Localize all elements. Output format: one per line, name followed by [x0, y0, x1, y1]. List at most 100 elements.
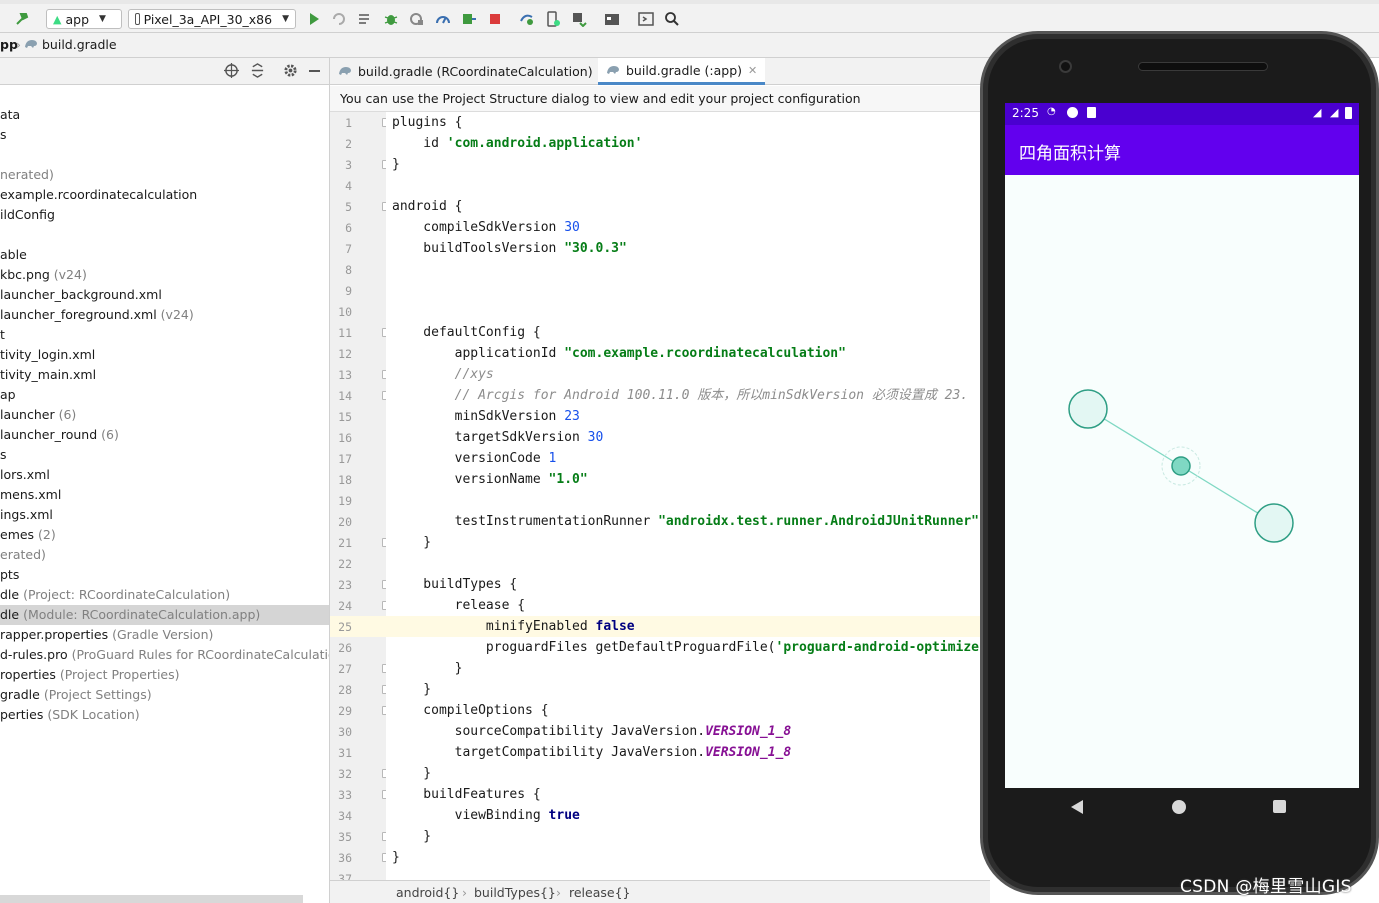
tree-item[interactable]: launcher_foreground.xml (v24): [0, 305, 330, 325]
tree-item[interactable]: perties (SDK Location): [0, 705, 330, 725]
tree-item-label: s: [0, 127, 7, 142]
tree-item[interactable]: pts: [0, 565, 330, 585]
tree-item[interactable]: lors.xml: [0, 465, 330, 485]
app-bar: 四角面积计算: [1005, 125, 1359, 175]
tab-build-gradle-app[interactable]: build.gradle (:app) ✕: [598, 58, 766, 85]
crumb-release[interactable]: release{}: [569, 885, 631, 900]
minimize-icon[interactable]: [309, 70, 320, 72]
back-icon[interactable]: [1070, 799, 1084, 819]
module-selector[interactable]: ▲ app ▼: [46, 9, 122, 29]
code-token: applicationId: [392, 346, 565, 361]
tree-item[interactable]: gradle (Project Settings): [0, 685, 330, 705]
node-handle-center[interactable]: [1171, 456, 1191, 476]
code-token: }: [392, 829, 432, 844]
tree-item-hint: (Project Properties): [55, 667, 180, 682]
collapse-all-icon[interactable]: [250, 63, 265, 82]
profile-icon[interactable]: [435, 9, 451, 29]
tree-item[interactable]: able: [0, 245, 330, 265]
tree-item[interactable]: ings.xml: [0, 505, 330, 525]
code-token: compileOptions {: [392, 703, 549, 718]
sdk-manager-icon[interactable]: [571, 9, 587, 29]
tree-item[interactable]: d-rules.pro (ProGuard Rules for RCoordin…: [0, 645, 330, 665]
tree-item[interactable]: dle (Project: RCoordinateCalculation): [0, 585, 330, 605]
code-line: // Arcgis for Android 100.11.0 版本，所以minS…: [386, 385, 980, 406]
tree-item-label: example.rcoordinatecalculation: [0, 187, 198, 202]
build-hammer-icon[interactable]: [14, 9, 30, 29]
code-token: }: [392, 661, 463, 676]
project-structure-icon[interactable]: [604, 9, 620, 29]
stop-icon[interactable]: [487, 9, 503, 29]
line-number: 1: [345, 116, 352, 130]
tree-item[interactable]: mens.xml: [0, 485, 330, 505]
sd-card-icon: [1087, 107, 1096, 118]
code-line: targetCompatibility JavaVersion.VERSION_…: [386, 742, 980, 763]
line-number: 23: [338, 578, 352, 592]
tree-item-label: t: [0, 327, 5, 342]
chevron-right-icon: ›: [556, 885, 561, 900]
device-manager-icon[interactable]: [638, 9, 654, 29]
tree-item[interactable]: example.rcoordinatecalculation: [0, 185, 330, 205]
code-line: }: [386, 763, 980, 784]
tree-item[interactable]: tivity_main.xml: [0, 365, 330, 385]
overview-icon[interactable]: [1273, 800, 1286, 813]
line-number: 20: [338, 515, 352, 529]
tree-item[interactable]: rapper.properties (Gradle Version): [0, 625, 330, 645]
node-handle-top[interactable]: [1068, 389, 1108, 429]
drawing-canvas[interactable]: [1005, 175, 1359, 788]
crumb-buildtypes[interactable]: buildTypes{}: [474, 885, 556, 900]
tree-item[interactable]: t: [0, 325, 330, 345]
coverage-icon[interactable]: [461, 9, 477, 29]
code-editor[interactable]: plugins { id 'com.android.application' }…: [386, 112, 980, 880]
tree-item[interactable]: s: [0, 125, 330, 145]
tree-item[interactable]: kbc.png (v24): [0, 265, 330, 285]
code-token: //xys: [392, 367, 494, 382]
code-token: }: [392, 535, 432, 550]
sync-gradle-icon[interactable]: [519, 9, 535, 29]
tree-item-label: tivity_main.xml: [0, 367, 97, 382]
tree-item[interactable]: ap: [0, 385, 330, 405]
device-selector[interactable]: Pixel_3a_API_30_x86 ▼: [128, 9, 296, 29]
apply-code-changes-icon[interactable]: [357, 9, 373, 29]
tree-item[interactable]: emes (2): [0, 525, 330, 545]
node-handle-bottom[interactable]: [1254, 503, 1294, 543]
emulator-screen[interactable]: 2:25 ◔ ◢ ◢ 四角面积计算: [1005, 103, 1359, 788]
horizontal-scrollbar[interactable]: [0, 895, 303, 903]
debug-icon[interactable]: [383, 9, 399, 29]
tree-item[interactable]: launcher_round (6): [0, 425, 330, 445]
code-token: }: [392, 766, 432, 781]
code-token: 30: [564, 220, 580, 235]
tree-item[interactable]: ildConfig: [0, 205, 330, 225]
project-panel-header: [0, 58, 330, 85]
line-number: 5: [345, 200, 352, 214]
avd-manager-icon[interactable]: [545, 9, 561, 29]
home-icon[interactable]: [1172, 800, 1186, 814]
tree-item[interactable]: roperties (Project Properties): [0, 665, 330, 685]
tree-item[interactable]: tivity_login.xml: [0, 345, 330, 365]
line-number: 30: [338, 725, 352, 739]
line-number-gutter: 1 2 3 4 5 6 7 8 9 10 11 12 13 14 15 16 17 18 19 20 21 22 23 24 2…: [330, 112, 386, 880]
line-number: 2: [345, 137, 352, 151]
crumb-android[interactable]: android{}: [396, 885, 459, 900]
tree-item[interactable]: launcher_background.xml: [0, 285, 330, 305]
search-icon[interactable]: [664, 9, 680, 29]
locate-icon[interactable]: [224, 63, 239, 82]
breadcrumb-file[interactable]: build.gradle: [42, 37, 117, 52]
tree-item[interactable]: launcher (6): [0, 405, 330, 425]
earpiece-speaker: [1138, 62, 1268, 71]
apply-changes-icon[interactable]: [331, 9, 347, 29]
tree-item[interactable]: [0, 225, 330, 245]
tree-item[interactable]: dle (Module: RCoordinateCalculation.app): [0, 605, 330, 625]
attach-debugger-icon[interactable]: [409, 9, 425, 29]
code-token: release {: [392, 598, 526, 613]
tree-item[interactable]: nerated): [0, 165, 330, 185]
project-structure-notice[interactable]: You can use the Project Structure dialog…: [330, 86, 990, 112]
tree-item[interactable]: erated): [0, 545, 330, 565]
run-icon[interactable]: [306, 9, 322, 29]
close-icon[interactable]: ✕: [748, 64, 757, 77]
tree-item[interactable]: [0, 145, 330, 165]
tree-item[interactable]: s: [0, 445, 330, 465]
tree-item[interactable]: ata: [0, 105, 330, 125]
tab-build-gradle-project[interactable]: build.gradle (RCoordinateCalculation) ✕: [330, 58, 616, 85]
code-token: testInstrumentationRunner: [392, 514, 659, 529]
gear-icon[interactable]: [283, 63, 298, 82]
